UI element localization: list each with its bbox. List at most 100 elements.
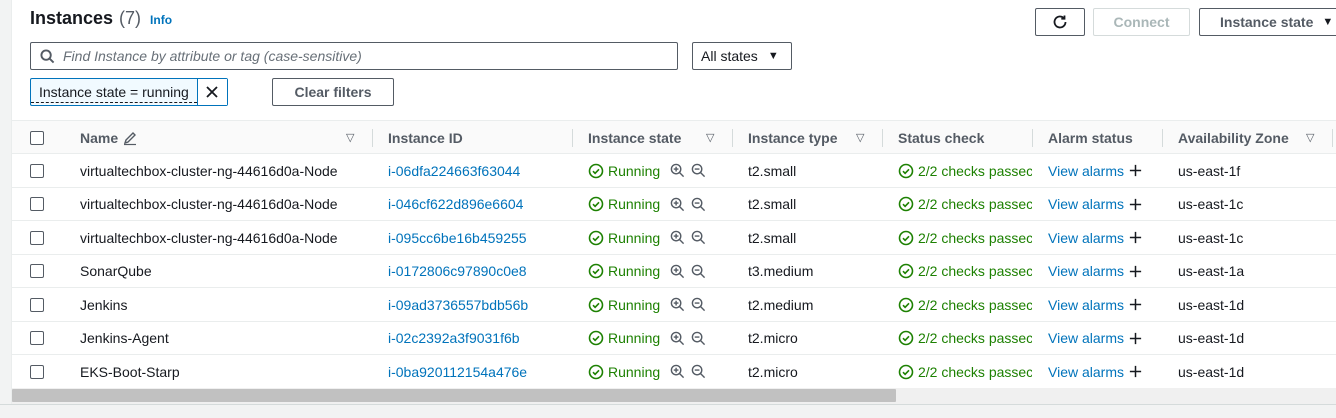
search-input[interactable] [63, 48, 623, 64]
availability-zone: us-east-1c [1178, 229, 1244, 246]
instance-state-cell: Running [588, 322, 728, 355]
instance-id-link[interactable]: i-0172806c97890c0e8 [388, 255, 568, 288]
zoom-in-icon[interactable] [670, 264, 685, 279]
column-header-instance-id[interactable]: Instance ID [388, 121, 463, 154]
availability-zone: us-east-1d [1178, 296, 1245, 313]
add-alarm-icon[interactable] [1128, 331, 1143, 346]
table-row[interactable]: virtualtechbox-cluster-ng-44616d0a-Node … [12, 188, 1336, 221]
zoom-out-icon[interactable] [691, 264, 706, 279]
column-divider[interactable] [1332, 129, 1333, 147]
table-row[interactable]: Jenkins i-09ad3736557bdb56b Running t2.m… [12, 288, 1336, 322]
add-alarm-icon[interactable] [1128, 297, 1143, 312]
column-header-status-check[interactable]: Status check [898, 121, 984, 154]
remove-filter-button[interactable] [196, 79, 227, 105]
column-header-instance-type[interactable]: Instance type [748, 121, 837, 154]
bottom-panel-divider[interactable] [0, 404, 1336, 418]
table-row[interactable]: EKS-Boot-Starp i-0ba920112154a476e Runni… [12, 355, 1336, 389]
instance-id-link[interactable]: i-09ad3736557bdb56b [388, 288, 568, 321]
states-filter-select[interactable]: All states ▼ [692, 42, 792, 70]
add-alarm-icon[interactable] [1128, 230, 1143, 245]
instance-count: (7) [119, 8, 142, 28]
column-divider[interactable] [1032, 129, 1033, 147]
table-row[interactable]: virtualtechbox-cluster-ng-44616d0a-Node … [12, 154, 1336, 188]
horizontal-scrollbar-thumb[interactable] [12, 389, 896, 402]
add-alarm-icon[interactable] [1128, 364, 1143, 379]
availability-zone: us-east-1c [1178, 196, 1244, 212]
table-row[interactable]: virtualtechbox-cluster-ng-44616d0a-Node … [12, 221, 1336, 255]
view-alarms-link[interactable]: View alarms [1048, 364, 1124, 380]
instance-id-link[interactable]: i-095cc6be16b459255 [388, 221, 568, 254]
column-header-instance-state[interactable]: Instance state [588, 121, 681, 154]
row-select-cell [30, 322, 44, 355]
column-divider[interactable] [572, 129, 573, 147]
zoom-out-icon[interactable] [691, 163, 706, 178]
zoom-out-icon[interactable] [691, 197, 706, 212]
zoom-in-icon[interactable] [670, 297, 685, 312]
sort-caret-icon[interactable]: ▽ [346, 131, 354, 144]
row-checkbox[interactable] [30, 197, 44, 211]
zoom-in-icon[interactable] [670, 331, 685, 346]
view-alarms-link[interactable]: View alarms [1048, 163, 1124, 179]
instance-type: t2.micro [748, 363, 798, 380]
column-header-name[interactable]: Name [80, 121, 138, 154]
check-circle-icon [898, 364, 914, 379]
column-divider[interactable] [732, 129, 733, 147]
column-header-availability-zone[interactable]: Availability Zone [1178, 121, 1289, 154]
view-alarms-link[interactable]: View alarms [1048, 230, 1124, 246]
select-all-checkbox[interactable] [30, 130, 44, 145]
view-alarms-link[interactable]: View alarms [1048, 330, 1124, 346]
row-checkbox[interactable] [30, 297, 44, 312]
instance-id-link[interactable]: i-02c2392a3f9031f6b [388, 322, 568, 355]
column-divider[interactable] [882, 129, 883, 147]
row-checkbox[interactable] [30, 163, 44, 178]
select-all-cell [30, 121, 44, 154]
instance-state-dropdown[interactable]: Instance state ▼ [1199, 8, 1336, 36]
status-check-text: 2/2 checks passec [918, 296, 1032, 313]
filter-token-label[interactable]: Instance state = running [31, 81, 197, 103]
table-body: virtualtechbox-cluster-ng-44616d0a-Node … [12, 154, 1336, 389]
row-select-cell [30, 154, 44, 187]
zoom-out-icon[interactable] [691, 364, 706, 379]
add-alarm-icon[interactable] [1128, 264, 1143, 279]
row-checkbox[interactable] [30, 264, 44, 278]
zoom-in-icon[interactable] [670, 364, 685, 379]
edit-icon [124, 131, 137, 145]
instance-id-link[interactable]: i-06dfa224663f63044 [388, 154, 568, 187]
zoom-out-icon[interactable] [691, 230, 706, 245]
add-alarm-icon[interactable] [1128, 163, 1143, 178]
instance-state-cell: Running [588, 355, 728, 388]
column-header-alarm-status[interactable]: Alarm status [1048, 121, 1133, 154]
search-box[interactable] [30, 42, 678, 70]
sort-caret-icon[interactable]: ▽ [706, 131, 714, 144]
zoom-out-icon[interactable] [691, 331, 706, 346]
refresh-button[interactable] [1035, 8, 1085, 36]
check-circle-icon [588, 297, 604, 312]
check-circle-icon [588, 263, 604, 279]
row-checkbox[interactable] [30, 230, 44, 245]
instance-id-link[interactable]: i-0ba920112154a476e [388, 355, 568, 388]
table-row[interactable]: SonarQube i-0172806c97890c0e8 Running t3… [12, 255, 1336, 288]
row-checkbox[interactable] [30, 364, 44, 379]
view-alarms-link[interactable]: View alarms [1048, 196, 1124, 212]
table-row[interactable]: Jenkins-Agent i-02c2392a3f9031f6b Runnin… [12, 322, 1336, 355]
info-link[interactable]: Info [150, 13, 172, 27]
row-checkbox[interactable] [30, 331, 44, 345]
add-alarm-icon[interactable] [1128, 197, 1143, 212]
view-alarms-link[interactable]: View alarms [1048, 263, 1124, 279]
connect-button[interactable]: Connect [1093, 8, 1190, 36]
view-alarms-link[interactable]: View alarms [1048, 297, 1124, 313]
sort-caret-icon[interactable]: ▽ [1306, 131, 1314, 144]
zoom-in-icon[interactable] [670, 230, 685, 245]
zoom-in-icon[interactable] [670, 163, 685, 178]
zoom-out-icon[interactable] [691, 297, 706, 312]
availability-zone: us-east-1d [1178, 330, 1245, 346]
instance-name: SonarQube [80, 263, 152, 279]
check-circle-icon [898, 297, 914, 312]
column-divider[interactable] [372, 129, 373, 147]
search-icon [40, 48, 55, 63]
clear-filters-button[interactable]: Clear filters [272, 78, 394, 106]
zoom-in-icon[interactable] [670, 197, 685, 212]
sort-caret-icon[interactable]: ▽ [856, 131, 864, 144]
instance-id-link[interactable]: i-046cf622d896e6604 [388, 188, 568, 221]
column-divider[interactable] [1162, 129, 1163, 147]
